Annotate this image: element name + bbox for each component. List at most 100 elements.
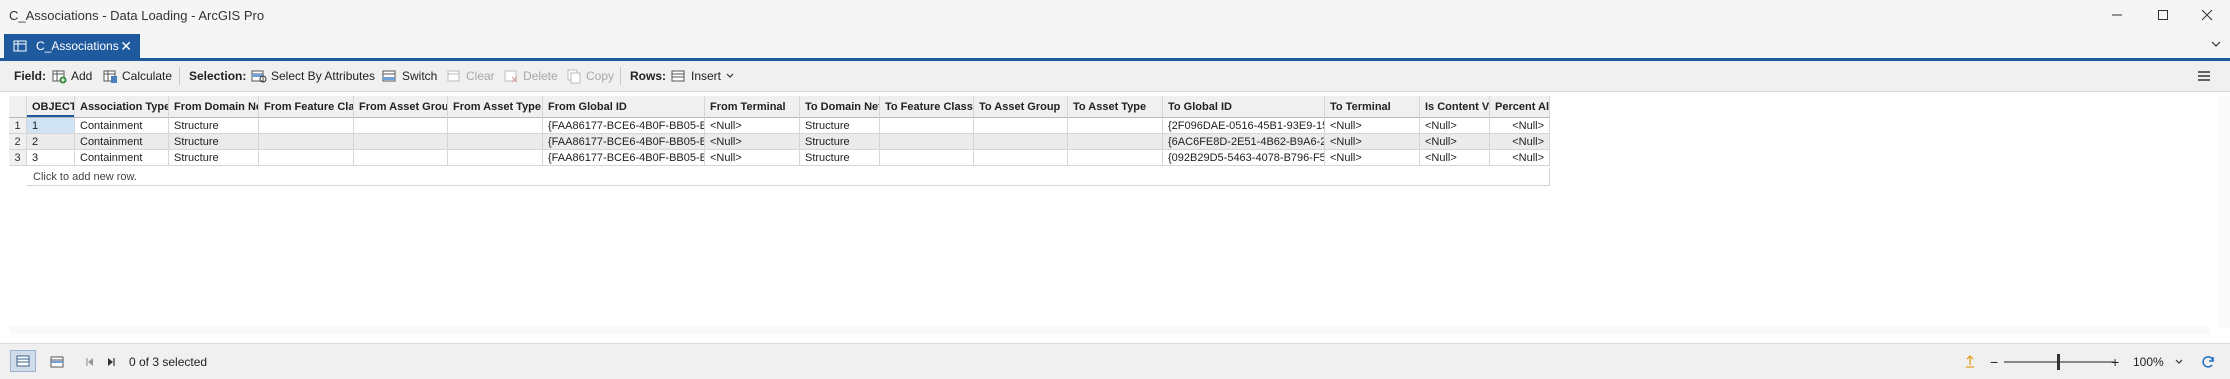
table-cell[interactable] xyxy=(354,134,448,150)
table-cell[interactable]: 1 xyxy=(27,118,75,134)
column-header[interactable]: To Terminal xyxy=(1325,96,1420,118)
column-header[interactable]: To Domain Network xyxy=(800,96,880,118)
column-header[interactable]: Association Type xyxy=(75,96,169,118)
column-header[interactable]: OBJECTID * xyxy=(27,96,75,118)
table-cell[interactable]: {FAA86177-BCE6-4B0F-BB05-B181CADFA2D6} xyxy=(543,134,705,150)
table-cell[interactable] xyxy=(974,150,1068,166)
table-cell[interactable]: 3 xyxy=(27,150,75,166)
table-cell[interactable]: {6AC6FE8D-2E51-4B62-B9A6-282B7E614481} xyxy=(1163,134,1325,150)
add-new-row[interactable]: Click to add new row. xyxy=(27,168,1550,186)
table-cell[interactable]: <Null> xyxy=(1490,134,1550,150)
row-number[interactable]: 1 xyxy=(9,118,27,134)
table-cell[interactable]: Structure xyxy=(800,134,880,150)
copy-button[interactable]: Copy xyxy=(566,61,614,91)
vertical-scrollbar[interactable] xyxy=(2218,96,2230,328)
table-cell[interactable]: <Null> xyxy=(705,118,800,134)
table-cell[interactable]: <Null> xyxy=(1325,150,1420,166)
row-number[interactable]: 3 xyxy=(9,150,27,166)
minimize-button[interactable] xyxy=(2094,0,2140,30)
column-header[interactable]: From Domain Network xyxy=(169,96,259,118)
column-header[interactable]: To Feature Class xyxy=(880,96,974,118)
last-record-button[interactable] xyxy=(103,344,119,379)
row-number[interactable]: 2 xyxy=(9,134,27,150)
zoom-slider-thumb[interactable] xyxy=(2056,354,2060,370)
table-cell[interactable]: Structure xyxy=(800,118,880,134)
select-all-corner[interactable] xyxy=(9,96,27,118)
table-cell[interactable]: <Null> xyxy=(1490,118,1550,134)
refresh-button[interactable] xyxy=(2200,344,2216,379)
table-cell[interactable] xyxy=(974,134,1068,150)
column-header[interactable]: From Asset Type xyxy=(448,96,543,118)
table-cell[interactable]: <Null> xyxy=(1490,150,1550,166)
table-cell[interactable] xyxy=(448,118,543,134)
table-cell[interactable]: Structure xyxy=(800,150,880,166)
table-cell[interactable]: Structure xyxy=(169,150,259,166)
horizontal-scrollbar[interactable] xyxy=(9,326,2209,335)
column-header[interactable]: From Global ID xyxy=(543,96,705,118)
maximize-button[interactable] xyxy=(2140,0,2186,30)
table-cell[interactable] xyxy=(1068,134,1163,150)
column-header[interactable]: To Asset Type xyxy=(1068,96,1163,118)
table-cell[interactable] xyxy=(259,118,354,134)
table-cell[interactable] xyxy=(354,118,448,134)
zoom-out-button[interactable]: − xyxy=(1990,344,1998,379)
table-cell[interactable] xyxy=(259,134,354,150)
select-by-attributes-button[interactable]: Select By Attributes xyxy=(251,61,375,91)
table-options-menu-button[interactable] xyxy=(2196,61,2216,91)
table-cell[interactable]: <Null> xyxy=(1325,118,1420,134)
show-selected-records-button[interactable] xyxy=(49,344,65,379)
column-header[interactable]: Is Content Visible xyxy=(1420,96,1490,118)
calculate-icon xyxy=(103,70,117,83)
table-cell[interactable] xyxy=(880,118,974,134)
table-cell[interactable]: Containment xyxy=(75,118,169,134)
table-cell[interactable] xyxy=(880,150,974,166)
column-header[interactable]: From Asset Group xyxy=(354,96,448,118)
add-field-button[interactable]: Add xyxy=(51,61,92,91)
column-header[interactable]: From Terminal xyxy=(705,96,800,118)
table-cell[interactable]: <Null> xyxy=(705,134,800,150)
clear-selection-button[interactable]: Clear xyxy=(446,61,495,91)
table-cell[interactable]: Structure xyxy=(169,134,259,150)
table-cell[interactable] xyxy=(448,134,543,150)
column-header[interactable]: From Feature Class xyxy=(259,96,354,118)
column-header[interactable]: Percent Along xyxy=(1490,96,1550,118)
column-header[interactable]: To Asset Group xyxy=(974,96,1068,118)
zoom-dropdown[interactable] xyxy=(2174,344,2184,379)
tab-c-associations[interactable]: C_Associations ✕ xyxy=(4,34,140,58)
table-cell[interactable]: <Null> xyxy=(1420,118,1490,134)
insert-rows-dropdown[interactable]: Insert xyxy=(671,61,739,91)
column-header[interactable]: To Global ID xyxy=(1163,96,1325,118)
close-window-button[interactable] xyxy=(2184,0,2230,30)
first-record-button[interactable] xyxy=(82,344,98,379)
table-cell[interactable] xyxy=(448,150,543,166)
switch-selection-button[interactable]: Switch xyxy=(382,61,437,91)
table-cell[interactable] xyxy=(1068,118,1163,134)
table-cell[interactable]: 2 xyxy=(27,134,75,150)
show-all-records-button[interactable] xyxy=(10,350,36,372)
table-cell[interactable] xyxy=(259,150,354,166)
table-cell[interactable]: Structure xyxy=(169,118,259,134)
table-cell[interactable]: Containment xyxy=(75,150,169,166)
table-icon xyxy=(13,40,27,52)
table-cell[interactable]: <Null> xyxy=(1420,134,1490,150)
table-cell[interactable]: {FAA86177-BCE6-4B0F-BB05-B181CADFA2D6} xyxy=(543,150,705,166)
filter-pin-button[interactable] xyxy=(1962,344,1978,379)
table-cell[interactable]: <Null> xyxy=(1325,134,1420,150)
table-cell[interactable]: {FAA86177-BCE6-4B0F-BB05-B181CADFA2D6} xyxy=(543,118,705,134)
calculate-button[interactable]: Calculate xyxy=(102,61,172,91)
toolbar-divider xyxy=(179,67,180,85)
delete-button[interactable]: Delete xyxy=(503,61,558,91)
table-cell[interactable]: {2F096DAE-0516-45B1-93E9-1527BE9D6ECC} xyxy=(1163,118,1325,134)
table-cell[interactable]: {092B29D5-5463-4078-B796-F589E7CBEB64} xyxy=(1163,150,1325,166)
table-cell[interactable] xyxy=(974,118,1068,134)
zoom-in-button[interactable]: + xyxy=(2111,344,2119,379)
table-cell[interactable] xyxy=(354,150,448,166)
table-cell[interactable]: <Null> xyxy=(705,150,800,166)
table-cell[interactable] xyxy=(1068,150,1163,166)
chevron-down-icon[interactable] xyxy=(2210,38,2222,50)
toolbar-divider xyxy=(620,67,621,85)
table-cell[interactable]: Containment xyxy=(75,134,169,150)
table-cell[interactable]: <Null> xyxy=(1420,150,1490,166)
tab-close-icon[interactable]: ✕ xyxy=(120,38,132,55)
table-cell[interactable] xyxy=(880,134,974,150)
